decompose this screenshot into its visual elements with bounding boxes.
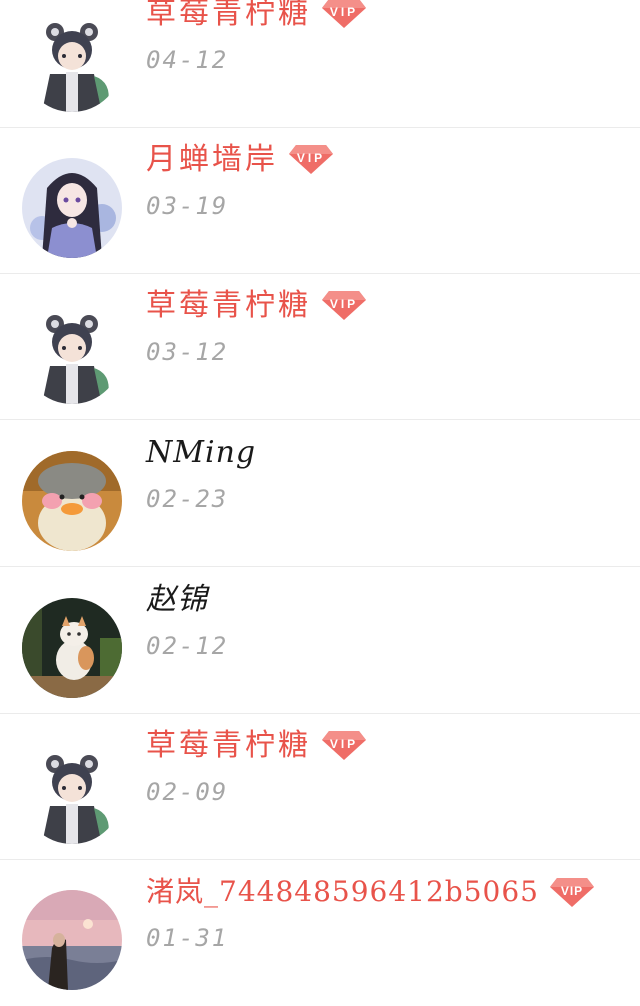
avatar[interactable] [22, 158, 122, 258]
user-name[interactable]: 草莓青柠糖 VIP [146, 0, 367, 32]
cat-window-avatar-icon [22, 598, 122, 698]
svg-text:VIP: VIP [330, 297, 358, 311]
user-name[interactable]: 草莓青柠糖 VIP [146, 728, 367, 764]
anime-boy-avatar-icon [42, 755, 109, 844]
svg-text:VIP: VIP [330, 737, 358, 751]
comment-date: 03-12 [146, 338, 229, 366]
avatar[interactable] [22, 598, 122, 698]
avatar[interactable] [22, 304, 122, 404]
avatar[interactable] [22, 451, 122, 551]
vip-badge-icon: VIP [321, 727, 367, 761]
user-name-text: 草莓青柠糖 [146, 728, 311, 763]
user-name[interactable]: NMing [146, 435, 256, 471]
avatar[interactable] [22, 12, 122, 112]
svg-text:VIP: VIP [561, 884, 583, 898]
anime-boy-avatar-icon [42, 315, 109, 404]
vip-badge-icon: VIP [288, 141, 334, 175]
user-name-text: NMing [146, 435, 257, 470]
comment-date: 01-31 [146, 924, 229, 952]
user-name-text: 草莓青柠糖 [146, 288, 311, 323]
user-name-text: 渚岚_744848596412b5065 [146, 875, 539, 908]
comment-date: 04-12 [146, 46, 229, 74]
user-name[interactable]: 月蝉墙岸 VIP [146, 142, 334, 178]
list-item[interactable]: 赵锦 02-12 [0, 568, 640, 714]
anime-girl-avatar-icon [22, 158, 122, 258]
user-name[interactable]: 渚岚_744848596412b5065 VIP [146, 874, 595, 910]
vip-badge-icon: VIP [321, 287, 367, 321]
list-item[interactable]: 草莓青柠糖 VIP 02-09 [0, 714, 640, 860]
user-name-text: 月蝉墙岸 [146, 142, 278, 177]
comment-date: 03-19 [146, 192, 229, 220]
comment-date: 02-23 [146, 485, 229, 513]
avatar[interactable] [22, 744, 122, 844]
avatar[interactable] [22, 890, 122, 990]
list-item[interactable]: 渚岚_744848596412b5065 VIP 01-31 [0, 860, 640, 1006]
vip-badge-icon: VIP [549, 874, 595, 908]
list-item[interactable]: 草莓青柠糖 VIP 03-12 [0, 274, 640, 420]
duck-plush-avatar-icon [22, 451, 122, 551]
list-item[interactable]: 草莓青柠糖 VIP 04-12 [0, 0, 640, 128]
svg-text:VIP: VIP [330, 5, 358, 19]
comment-date: 02-12 [146, 632, 229, 660]
svg-text:VIP: VIP [297, 151, 325, 165]
user-name[interactable]: 赵锦 [146, 582, 208, 618]
sunset-sea-avatar-icon [22, 890, 122, 990]
user-name-text: 草莓青柠糖 [146, 0, 311, 31]
list-item[interactable]: 月蝉墙岸 VIP 03-19 [0, 128, 640, 274]
user-name[interactable]: 草莓青柠糖 VIP [146, 288, 367, 324]
list-item[interactable]: NMing 02-23 [0, 421, 640, 567]
user-name-text: 赵锦 [146, 582, 208, 617]
vip-badge-icon: VIP [321, 0, 367, 29]
anime-boy-avatar-icon [42, 23, 109, 112]
comment-date: 02-09 [146, 778, 229, 806]
